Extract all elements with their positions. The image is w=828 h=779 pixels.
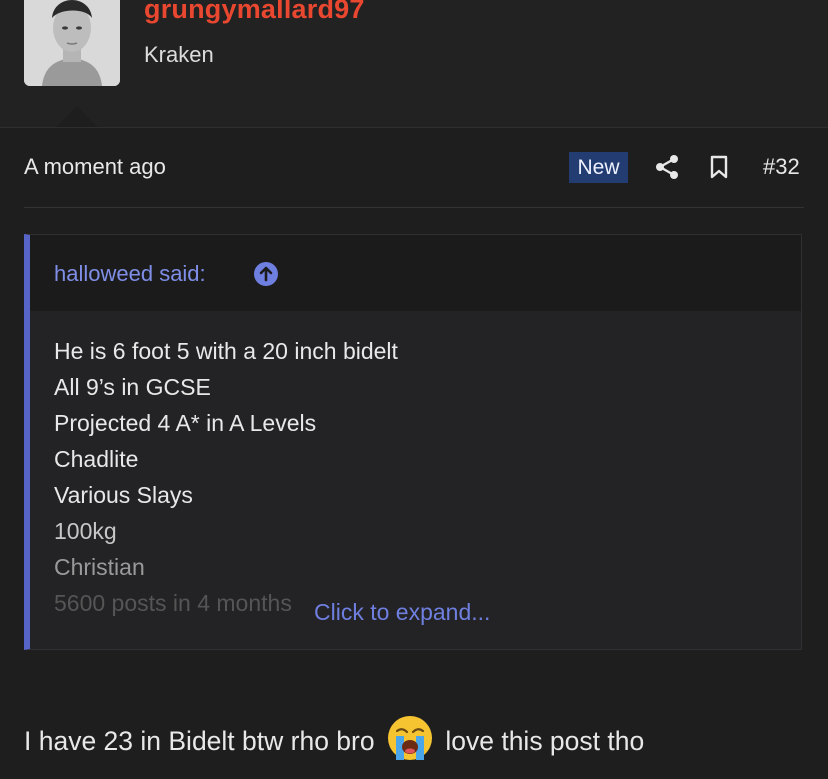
share-icon[interactable]	[655, 154, 679, 180]
user-title: Kraken	[144, 42, 214, 67]
quote-content: He is 6 foot 5 with a 20 inch bidelt All…	[54, 333, 774, 621]
quote-line: He is 6 foot 5 with a 20 inch bidelt	[54, 338, 398, 364]
new-badge: New	[569, 152, 628, 183]
quote-line: All 9’s in GCSE	[54, 374, 211, 400]
quote-line: Various Slays	[54, 482, 193, 508]
quote-line: 100kg	[54, 518, 117, 544]
post-meta-bar: A moment ago New #32	[24, 152, 804, 186]
reply-text-after: love this post tho	[445, 726, 645, 756]
quote-line: Projected 4 A* in A Levels	[54, 410, 317, 436]
quote-block: halloweed said: He is 6 foot 5 with a 20…	[24, 234, 802, 650]
avatar-image	[24, 0, 120, 86]
arrow-up-circle-icon[interactable]	[253, 261, 279, 287]
post-number[interactable]: #32	[763, 154, 800, 180]
bookmark-icon[interactable]	[710, 155, 728, 179]
avatar[interactable]	[24, 0, 120, 86]
user-block-arrow	[56, 106, 98, 127]
reply-text-before: I have 23 in Bidelt btw rho bro	[24, 726, 375, 756]
reply-text: I have 23 in Bidelt btw rho bro love thi…	[24, 714, 644, 762]
quote-author[interactable]: halloweed said:	[54, 261, 206, 287]
quote-line: Christian	[54, 554, 145, 580]
post-timestamp[interactable]: A moment ago	[24, 154, 166, 180]
quote-header: halloweed said:	[30, 235, 801, 311]
divider	[24, 207, 804, 208]
quote-line: Chadlite	[54, 446, 139, 472]
post-user-block: grungymallard97 Kraken	[0, 0, 828, 128]
username[interactable]: grungymallard97	[144, 0, 365, 25]
click-to-expand-link[interactable]: Click to expand...	[314, 599, 490, 626]
loudly-crying-face-icon	[387, 716, 432, 760]
